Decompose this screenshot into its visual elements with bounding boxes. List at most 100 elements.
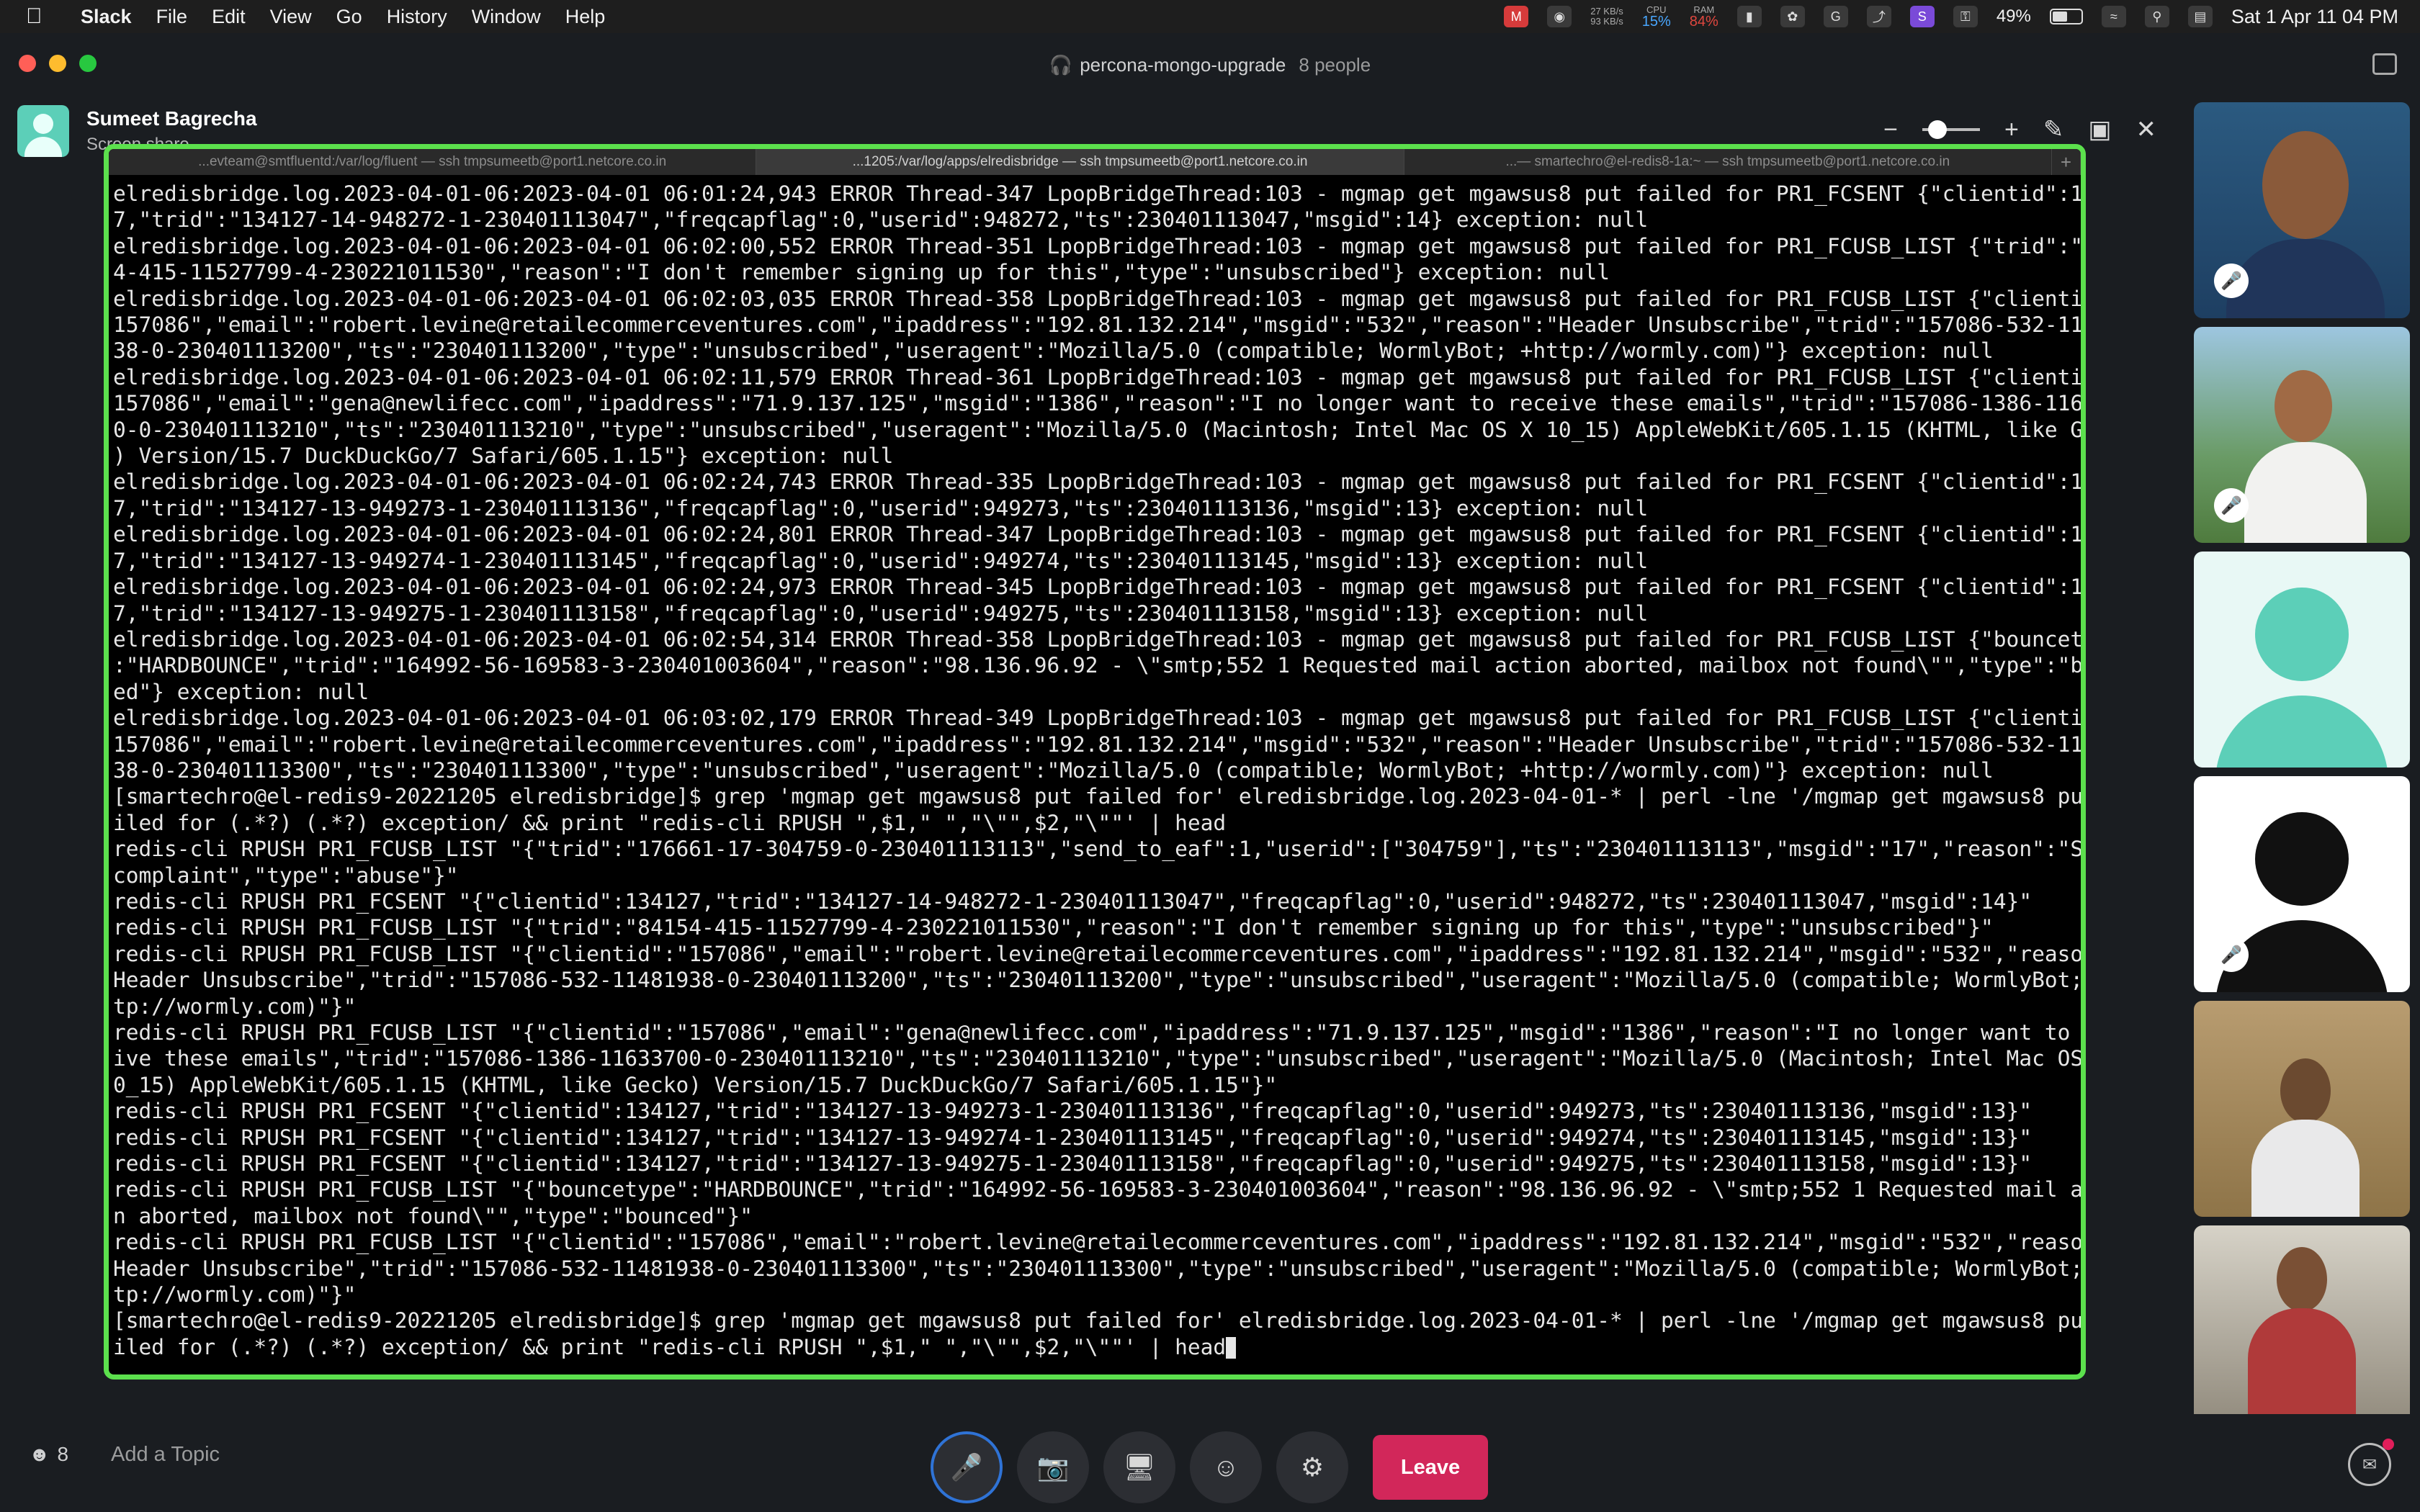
terminal-line: Header Unsubscribe","trid":"157086-532-1… <box>113 1256 2086 1281</box>
control-center-icon[interactable]: ▤ <box>2187 6 2213 27</box>
terminal-line: 0_15) AppleWebKit/605.1.15 (KHTML, like … <box>113 1072 1278 1097</box>
video-off-button[interactable]: 📷 <box>1017 1431 1089 1503</box>
pin-icon[interactable]: ⤴ <box>1866 6 1891 27</box>
participants-count: 8 <box>57 1443 69 1465</box>
fullscreen-icon[interactable]: ▣ <box>2088 115 2111 144</box>
menu-app-name[interactable]: Slack <box>81 6 132 28</box>
terminal-line: redis-cli RPUSH PR1_FCSENT "{"clientid":… <box>113 888 2033 914</box>
terminal-line: elredisbridge.log.2023-04-01-06:2023-04-… <box>113 706 2086 731</box>
skype-icon[interactable]: S <box>1909 6 1935 27</box>
draw-off-icon[interactable]: ✎ <box>2043 115 2064 144</box>
thread-chat-button[interactable]: ✉ <box>2348 1443 2391 1486</box>
macos-menubar:  Slack File Edit View Go History Window… <box>0 0 2420 33</box>
menu-help[interactable]: Help <box>565 6 606 28</box>
popout-window-icon[interactable] <box>2372 53 2397 75</box>
headphones-icon: 🎧 <box>1049 53 1073 76</box>
terminal-line: [smartechro@el-redis9-20221205 elredisbr… <box>113 1308 2086 1333</box>
terminal-tab-3[interactable]: ...— smartechro@el-redis8-1a:~ — ssh tmp… <box>1404 149 2052 175</box>
key-icon[interactable]: ⚿ <box>1953 6 1978 27</box>
menu-history[interactable]: History <box>387 6 447 28</box>
network-stats[interactable]: 27 KB/s 93 KB/s <box>1590 6 1623 27</box>
participant-tile[interactable] <box>2194 1225 2410 1441</box>
participant-tile[interactable] <box>2194 1001 2410 1217</box>
terminal-tab-1[interactable]: ...evteam@smtfluentd:/var/log/fluent — s… <box>109 149 757 175</box>
terminal-line: elredisbridge.log.2023-04-01-06:2023-04-… <box>113 469 2086 495</box>
bartender-icon[interactable]: ▮ <box>1736 6 1762 27</box>
participant-tiles: 🎤 🎤 🎤 <box>2194 102 2410 1450</box>
terminal-line: redis-cli RPUSH PR1_FCUSB_LIST "{"trid":… <box>113 915 1994 940</box>
mic-off-icon: 🎤 <box>2214 937 2249 972</box>
terminal-line: ) Version/15.7 DuckDuckGo/7 Safari/605.1… <box>113 444 894 469</box>
participant-tile[interactable]: 🎤 <box>2194 776 2410 992</box>
huddle-title: 🎧 percona-mongo-upgrade 8 people <box>1049 54 1371 76</box>
terminal-line: elredisbridge.log.2023-04-01-06:2023-04-… <box>113 181 2086 206</box>
terminal-line: 157086","email":"robert.levine@retaileco… <box>113 312 2086 338</box>
add-topic-button[interactable]: Add a Topic <box>111 1443 220 1467</box>
terminal-line: 7,"trid":"134127-14-948272-1-23040111304… <box>113 207 1649 233</box>
people-count: 8 people <box>1299 53 1371 76</box>
participant-tile[interactable] <box>2194 552 2410 768</box>
close-icon[interactable]: ✕ <box>2136 115 2157 144</box>
terminal-line: iled for (.*?) (.*?) exception/ && print… <box>113 1334 2078 1360</box>
terminal-line: [smartechro@el-redis9-20221205 elredisbr… <box>113 784 2086 809</box>
search-icon[interactable]: ⚲ <box>2144 6 2169 27</box>
net-down: 93 KB/s <box>1590 16 1623 27</box>
share-screen-button[interactable]: 🖥 <box>1103 1431 1175 1503</box>
terminal-output[interactable]: elredisbridge.log.2023-04-01-06:2023-04-… <box>109 175 2081 1360</box>
ram-stats[interactable]: RAM 84% <box>1690 5 1718 30</box>
menu-file[interactable]: File <box>156 6 188 28</box>
terminal-line: redis-cli RPUSH PR1_FCUSB_LIST "{"trid":… <box>113 837 2086 862</box>
zoom-slider[interactable] <box>1922 120 1981 139</box>
mic-off-icon: 🎤 <box>2214 488 2249 523</box>
menu-view[interactable]: View <box>270 6 312 28</box>
huddle-controls-bar: ☻ 8 Add a Topic 🎤 📷 🖥 ☺ ⚙ Leave ✉ <box>0 1414 2420 1512</box>
battery-icon[interactable] <box>2049 9 2083 24</box>
terminal-line: elredisbridge.log.2023-04-01-06:2023-04-… <box>113 286 2086 311</box>
menu-go[interactable]: Go <box>336 6 362 28</box>
cpu-stats[interactable]: CPU 15% <box>1642 5 1671 30</box>
terminal-line: 38-0-230401113200","ts":"230401113200","… <box>113 338 1994 364</box>
menu-window[interactable]: Window <box>472 6 541 28</box>
terminal-line: redis-cli RPUSH PR1_FCUSB_LIST "{"client… <box>113 1020 2086 1045</box>
pocket-icon[interactable]: ◉ <box>1547 6 1572 27</box>
menu-edit[interactable]: Edit <box>212 6 246 28</box>
terminal-line: redis-cli RPUSH PR1_FCSENT "{"clientid":… <box>113 1125 2033 1150</box>
terminal-line: 157086","email":"robert.levine@retaileco… <box>113 732 2086 757</box>
gear-badge-icon[interactable]: ✿ <box>1780 6 1805 27</box>
terminal-tab-2[interactable]: ...1205:/var/log/apps/elredisbridge — ss… <box>756 149 1404 175</box>
participant-tile[interactable]: 🎤 <box>2194 327 2410 543</box>
reactions-button[interactable]: ☺ <box>1190 1431 1262 1503</box>
new-tab-icon[interactable]: + <box>2052 149 2081 175</box>
terminal-line: elredisbridge.log.2023-04-01-06:2023-04-… <box>113 233 2086 258</box>
settings-button[interactable]: ⚙ <box>1276 1431 1348 1503</box>
net-up: 27 KB/s <box>1590 6 1623 17</box>
avatar <box>17 105 69 157</box>
terminal-line: redis-cli RPUSH PR1_FCUSB_LIST "{"client… <box>113 941 2086 966</box>
menubar-clock[interactable]: Sat 1 Apr 11 04 PM <box>2231 6 2398 28</box>
leave-button[interactable]: Leave <box>1373 1435 1488 1500</box>
terminal-line: ed"} exception: null <box>113 679 369 704</box>
zoom-out-icon[interactable]: − <box>1883 116 1898 144</box>
zoom-in-icon[interactable]: + <box>2004 116 2019 144</box>
huddle-window: 🎧 percona-mongo-upgrade 8 people Sumeet … <box>0 33 2420 1512</box>
minimize-window-button[interactable] <box>49 55 66 72</box>
terminal-line: redis-cli RPUSH PR1_FCUSB_LIST "{"client… <box>113 1230 2086 1255</box>
close-window-button[interactable] <box>19 55 36 72</box>
terminal-line: complaint","type":"abuse"}" <box>113 863 459 888</box>
wifi-icon[interactable]: ≈ <box>2101 6 2126 27</box>
apple-icon[interactable]:  <box>26 4 60 29</box>
terminal-line: elredisbridge.log.2023-04-01-06:2023-04-… <box>113 575 2086 600</box>
mute-mic-button[interactable]: 🎤 <box>931 1431 1003 1503</box>
shared-screen[interactable]: ...evteam@smtfluentd:/var/log/fluent — s… <box>104 144 2086 1380</box>
maximize-window-button[interactable] <box>79 55 97 72</box>
grammarly-icon[interactable]: G <box>1823 6 1848 27</box>
terminal-line: 7,"trid":"134127-13-949275-1-23040111315… <box>113 600 1649 626</box>
participants-button[interactable]: ☻ 8 <box>29 1443 68 1466</box>
terminal-line: 4-415-11527799-4-230221011530","reason":… <box>113 260 1610 285</box>
participant-tile[interactable]: 🎤 <box>2194 102 2410 318</box>
notification-dot <box>2383 1439 2394 1450</box>
terminal-line: ive these emails","trid":"157086-1386-11… <box>113 1046 2086 1071</box>
gmail-icon[interactable]: M <box>1504 6 1529 27</box>
battery-percent: 49% <box>1996 6 2031 26</box>
call-controls: 🎤 📷 🖥 ☺ ⚙ Leave <box>931 1431 1488 1503</box>
